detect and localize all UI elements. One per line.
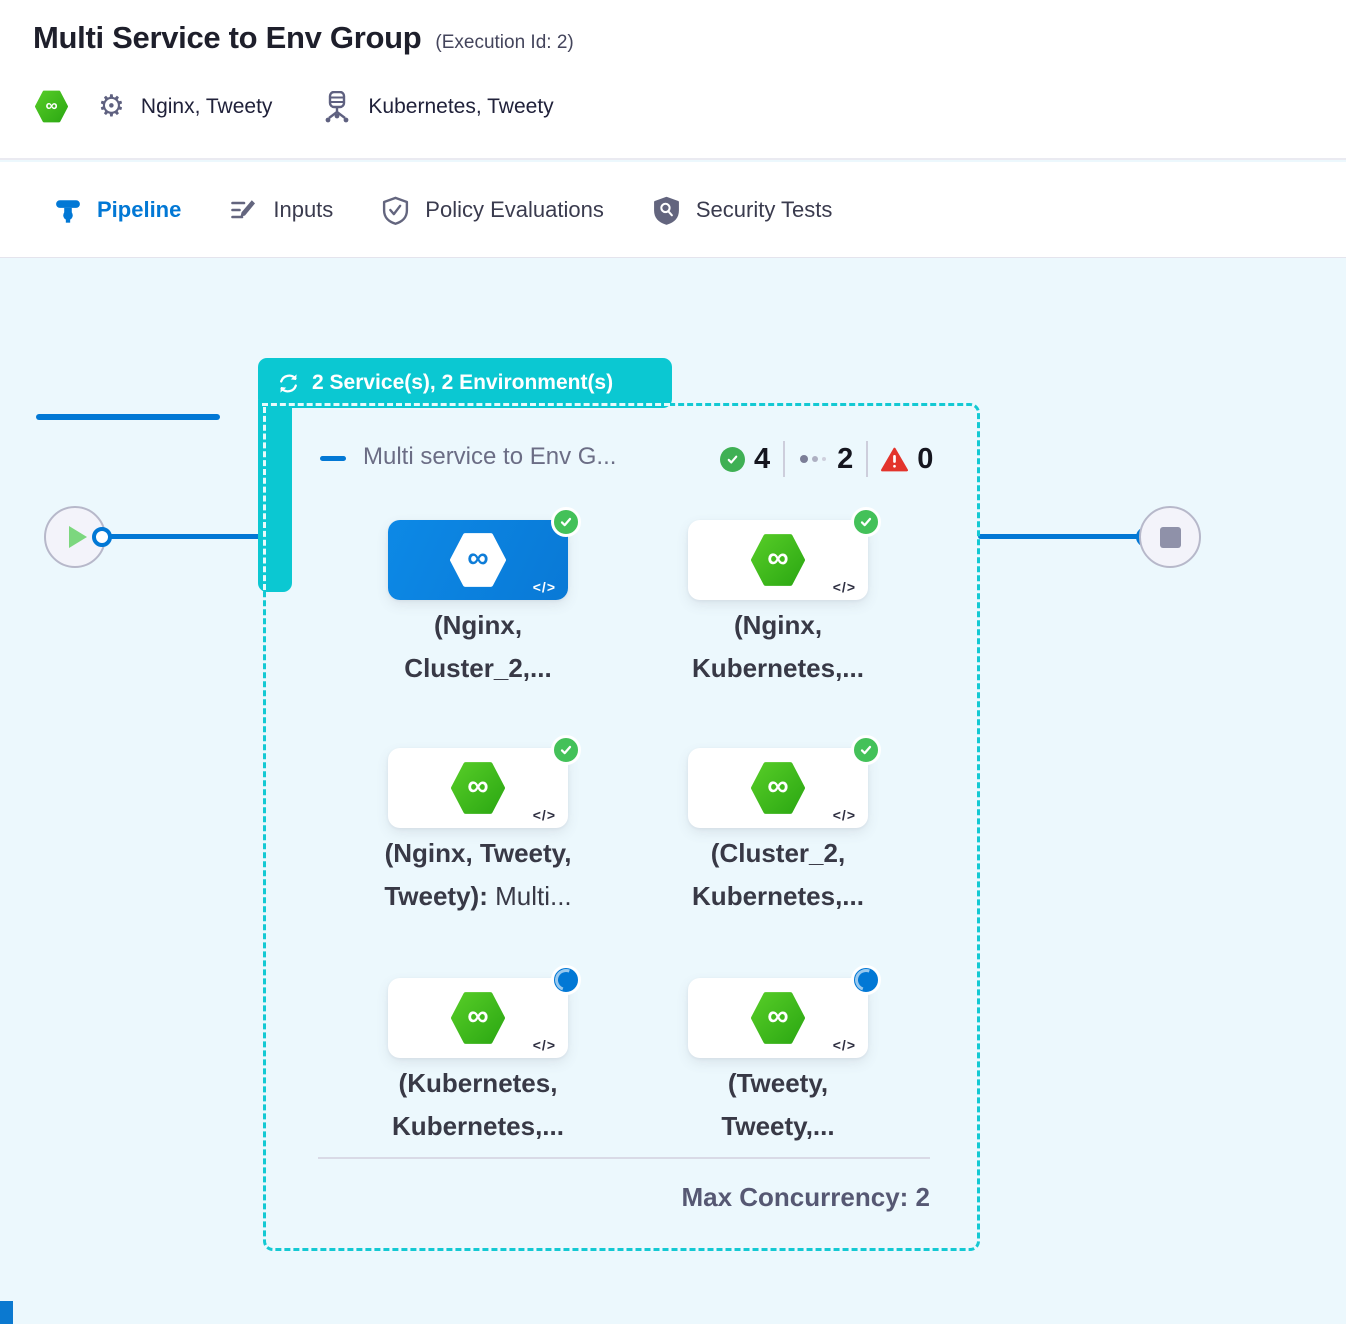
stage-card-nginx-cluster2[interactable]: ∞ </> [388,520,568,600]
badge-dash-overlay-v [263,407,266,590]
code-icon: </> [533,807,556,823]
infinity-glyph: ∞ [767,770,788,804]
code-icon: </> [533,579,556,595]
code-icon: </> [833,807,856,823]
end-node [1139,506,1201,568]
inputs-icon [230,197,257,224]
code-icon: </> [833,579,856,595]
running-count-icon [800,455,826,463]
tab-security-tests-label: Security Tests [696,197,833,223]
tab-inputs[interactable]: Inputs [230,197,333,224]
gear-icon: ⚙ [98,92,125,122]
stop-icon [1160,527,1181,548]
stage-card-nginx-kubernetes[interactable]: ∞ </> [688,520,868,600]
loop-icon [276,371,301,396]
harness-hexagon-icon: ∞ [751,761,805,815]
stage-title: Multi service to Env G... [363,443,616,471]
stage-card-label: (Nginx, Tweety, Tweety): Multi... [318,832,638,918]
infinity-glyph: ∞ [767,1000,788,1034]
tab-pipeline-label: Pipeline [97,197,181,223]
tabs-bar: Pipeline Inputs Policy Eva [0,162,1346,258]
edge-start-to-stage [106,534,262,539]
infinity-glyph: ∞ [467,542,488,576]
status-success-icon [851,735,881,765]
tab-policy-evaluations[interactable]: Policy Evaluations [382,196,604,225]
stage-status-counts: 4 2 0 [720,441,933,477]
stage-card-label: (Nginx, Kubernetes,... [618,604,938,690]
status-running-icon [551,965,581,995]
stage-card-kubernetes-kubernetes[interactable]: ∞ </> [388,978,568,1058]
collapse-matrix-button[interactable] [320,456,346,461]
failed-count-icon [881,447,908,472]
harness-hexagon-icon: ∞ [751,533,805,587]
matrix-badge: 2 Service(s), 2 Environment(s) [258,358,672,408]
play-icon [69,526,87,548]
harness-cd-icon: ∞ [35,90,68,123]
pipeline-icon [55,197,81,223]
tab-security-tests[interactable]: Security Tests [653,196,833,225]
header: Multi Service to Env Group (Execution Id… [0,0,1346,160]
environments-label: Kubernetes, Tweety [368,95,553,119]
edge-stage-to-end [978,534,1146,539]
shield-search-icon [653,196,680,225]
matrix-footer-divider [318,1157,930,1159]
counts-divider [783,441,785,477]
harness-hexagon-icon: ∞ [451,761,505,815]
stage-card-tweety-tweety[interactable]: ∞ </> [688,978,868,1058]
harness-hexagon-icon: ∞ [751,991,805,1045]
counts-divider [866,441,868,477]
page-title: Multi Service to Env Group [33,20,421,56]
status-success-icon [851,507,881,537]
services-label: Nginx, Tweety [141,95,273,119]
code-icon: </> [833,1037,856,1053]
tab-policy-evaluations-label: Policy Evaluations [425,197,604,223]
harness-hexagon-icon: ∞ [450,532,506,588]
status-success-icon [551,735,581,765]
canvas-corner-indicator [0,1301,13,1324]
tab-pipeline[interactable]: Pipeline [55,197,181,223]
active-tab-underline [36,414,220,420]
infinity-glyph: ∞ [467,1000,488,1034]
failed-count: 0 [917,443,933,476]
stage-card-cluster2-kubernetes[interactable]: ∞ </> [688,748,868,828]
stage-card-nginx-tweety[interactable]: ∞ </> [388,748,568,828]
infinity-glyph: ∞ [45,96,57,116]
success-count-icon [720,447,745,472]
code-icon: </> [533,1037,556,1053]
title-row: Multi Service to Env Group (Execution Id… [33,20,574,56]
stage-card-label: (Cluster_2, Kubernetes,... [618,832,938,918]
running-count: 2 [837,443,853,476]
status-success-icon [551,507,581,537]
execution-meta: ∞ ⚙ Nginx, Tweety Kubernetes, Tweety [35,90,554,123]
execution-id: (Execution Id: 2) [435,32,573,54]
environments-icon [322,91,352,123]
success-count: 4 [754,443,770,476]
stage-card-label: (Tweety, Tweety,... [618,1062,938,1148]
infinity-glyph: ∞ [767,542,788,576]
start-node-port [92,527,112,547]
badge-dash-overlay-h [262,403,670,406]
pipeline-execution-page: Multi Service to Env Group (Execution Id… [0,0,1346,1324]
harness-hexagon-icon: ∞ [451,991,505,1045]
shield-check-icon [382,196,409,225]
matrix-badge-label: 2 Service(s), 2 Environment(s) [312,371,613,395]
stage-card-label: (Kubernetes, Kubernetes,... [318,1062,638,1148]
status-running-icon [851,965,881,995]
stage-card-label: (Nginx, Cluster_2,... [318,604,638,690]
tab-inputs-label: Inputs [273,197,333,223]
max-concurrency-label: Max Concurrency: 2 [498,1182,930,1213]
infinity-glyph: ∞ [467,770,488,804]
